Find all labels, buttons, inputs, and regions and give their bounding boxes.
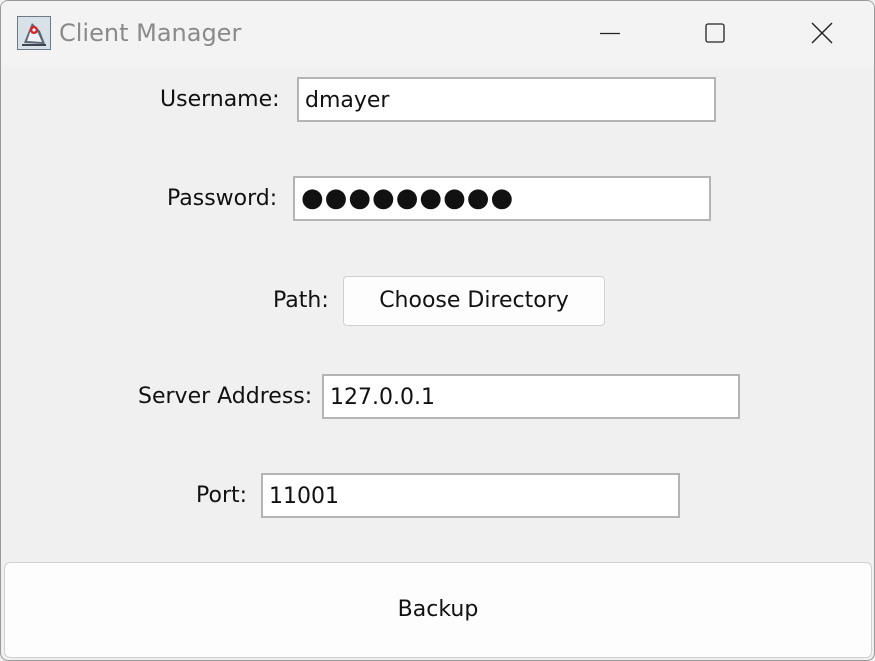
username-label: Username: — [160, 87, 280, 112]
minimize-button[interactable] — [558, 1, 662, 67]
client-manager-window: Client Manager Username: dmayer Password… — [0, 0, 875, 661]
close-icon — [811, 22, 833, 44]
maximize-icon — [705, 23, 725, 43]
window-title: Client Manager — [59, 19, 242, 47]
backup-button[interactable]: Backup — [4, 562, 872, 658]
java-app-icon — [17, 16, 51, 50]
port-label: Port: — [196, 483, 248, 508]
server-address-field[interactable]: 127.0.0.1 — [322, 374, 740, 419]
port-field[interactable]: 11001 — [261, 473, 680, 518]
path-label: Path: — [273, 288, 329, 313]
maximize-button[interactable] — [663, 1, 767, 67]
close-button[interactable] — [769, 1, 873, 67]
minimize-icon — [600, 32, 620, 35]
username-field[interactable]: dmayer — [297, 77, 716, 122]
title-bar[interactable]: Client Manager — [1, 1, 874, 67]
server-address-label: Server Address: — [138, 384, 313, 409]
password-label: Password: — [167, 186, 278, 211]
choose-directory-button[interactable]: Choose Directory — [343, 276, 605, 326]
password-field[interactable]: ●●●●●●●●● — [293, 176, 711, 221]
